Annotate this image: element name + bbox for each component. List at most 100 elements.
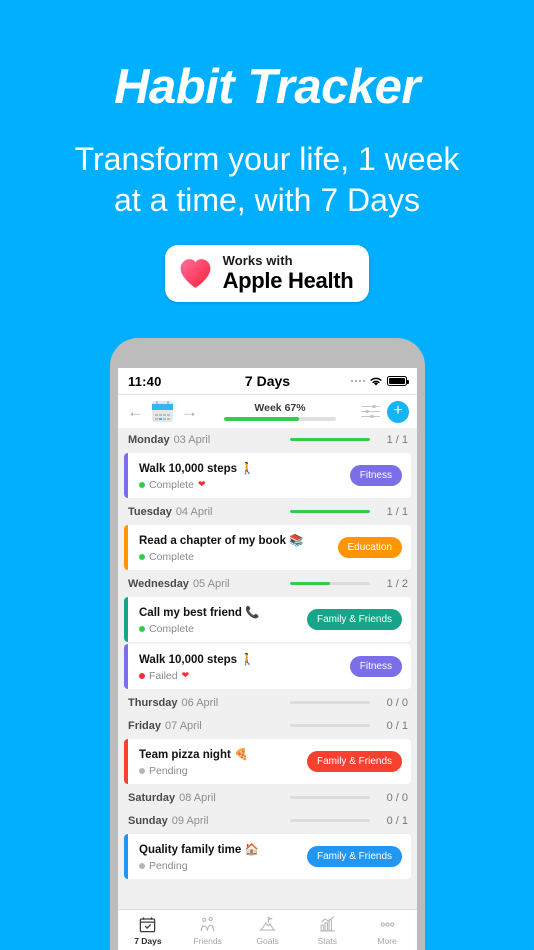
tab-label: Stats	[317, 935, 337, 946]
tab-friends[interactable]: Friends	[178, 915, 238, 946]
day-date: 07 April	[165, 719, 202, 732]
day-count: 0 / 1	[386, 814, 408, 827]
habit-title: Quality family time 🏠	[139, 843, 259, 856]
habit-title: Walk 10,000 steps 🚶	[139, 462, 255, 475]
add-habit-button[interactable]: +	[387, 400, 409, 423]
habit-status-label: Complete	[149, 550, 194, 563]
sliders-icon[interactable]	[361, 404, 380, 420]
habit-status-label: Failed	[149, 669, 178, 682]
habit-category-badge[interactable]: Education	[337, 537, 402, 558]
week-progress-bar	[224, 417, 336, 421]
status-dot	[139, 672, 145, 679]
tab-stats[interactable]: Stats	[297, 915, 357, 946]
calendar-check-icon	[138, 915, 157, 934]
day-date: 08 April	[179, 791, 216, 804]
tab-more[interactable]: More	[357, 915, 417, 946]
badge-product-label: Apple Health	[222, 268, 354, 294]
page-title: Habit Tracker	[114, 60, 420, 114]
day-date: 04 April	[175, 505, 213, 518]
tab-label: Goals	[256, 935, 279, 946]
day-header-row[interactable]: Monday 03 April 1 / 1	[118, 428, 417, 451]
day-name: Tuesday	[128, 505, 172, 518]
day-count: 1 / 1	[386, 433, 408, 446]
signal-dots-icon	[350, 379, 365, 383]
health-heart-icon: ❤	[197, 479, 206, 489]
habit-title: Team pizza night 🍕	[139, 748, 249, 761]
day-header-row[interactable]: Tuesday 04 April 1 / 1	[118, 500, 417, 523]
day-progress-bar	[290, 438, 370, 441]
day-name: Wednesday	[128, 577, 189, 590]
day-name: Saturday	[128, 791, 176, 804]
habit-card[interactable]: Team pizza night 🍕 Pending Family & Friend…	[124, 739, 411, 784]
status-bar-time: 11:40	[128, 373, 162, 389]
habit-title: Walk 10,000 steps 🚶	[139, 653, 255, 666]
tab-bar: 7 Days Friends Goals Stats More	[118, 909, 417, 950]
day-name: Friday	[128, 719, 162, 732]
day-progress-bar	[290, 819, 370, 822]
bar-chart-icon	[318, 915, 337, 934]
tab-label: More	[377, 935, 397, 946]
tab-goals[interactable]: Goals	[238, 915, 298, 946]
mountain-flag-icon	[258, 915, 277, 934]
apple-health-badge: Works with Apple Health	[164, 245, 370, 303]
day-count: 1 / 1	[386, 505, 408, 518]
heart-icon	[180, 258, 211, 288]
badge-works-with-label: Works with	[222, 253, 293, 269]
status-dot	[139, 862, 145, 869]
status-dot	[139, 553, 145, 560]
status-dot	[139, 625, 145, 632]
day-header-row[interactable]: Sunday 09 April 0 / 1	[118, 809, 417, 832]
tab-label: Friends	[193, 935, 222, 946]
promo-subtitle-line1: Transform your life, 1 week	[74, 141, 460, 178]
habit-status-label: Pending	[149, 859, 188, 872]
day-header-row[interactable]: Wednesday 05 April 1 / 2	[118, 572, 417, 595]
wifi-icon	[370, 377, 382, 386]
habit-category-badge[interactable]: Fitness	[349, 656, 402, 677]
battery-full-icon	[387, 376, 409, 386]
status-dot	[139, 767, 145, 774]
day-count: 1 / 2	[386, 577, 408, 590]
habit-category-badge[interactable]: Family & Friends	[306, 751, 402, 772]
tab-7-days[interactable]: 7 Days	[118, 915, 178, 946]
calendar-icon[interactable]	[152, 401, 173, 422]
habit-category-badge[interactable]: Family & Friends	[306, 846, 402, 867]
habit-category-badge[interactable]: Family & Friends	[306, 609, 402, 630]
day-name: Thursday	[128, 696, 178, 709]
day-count: 0 / 1	[386, 719, 408, 732]
habit-status-label: Complete	[149, 478, 194, 491]
day-progress-bar	[290, 724, 370, 727]
day-progress-bar	[290, 701, 370, 704]
habit-card[interactable]: Walk 10,000 steps 🚶 Complete ❤ Fitness	[124, 453, 411, 498]
habit-card[interactable]: Call my best friend 📞 Complete Family & Fr…	[124, 597, 411, 642]
arrow-right-icon[interactable]: →	[180, 403, 199, 420]
day-header-row[interactable]: Thursday 06 April 0 / 0	[118, 691, 417, 714]
apple-health-badge-wrap: Works with Apple Health	[0, 245, 534, 303]
week-progress-label: Week 67%	[254, 402, 306, 415]
day-count: 0 / 0	[386, 791, 408, 804]
day-name: Sunday	[128, 814, 168, 827]
friends-icon	[198, 915, 217, 934]
habit-card[interactable]: Read a chapter of my book 📚 Complete Educa…	[124, 525, 411, 570]
promo-subtitle-line2: at a time, with 7 Days	[114, 182, 420, 219]
day-header-row[interactable]: Friday 07 April 0 / 1	[118, 714, 417, 737]
day-header-row[interactable]: Saturday 08 April 0 / 0	[118, 786, 417, 809]
arrow-left-icon[interactable]: ←	[126, 403, 145, 420]
habit-card[interactable]: Quality family time 🏠 Pending Family & Fri…	[124, 834, 411, 879]
day-name: Monday	[128, 433, 170, 446]
status-bar: 11:40 7 Days	[118, 368, 417, 394]
day-list[interactable]: Monday 03 April 1 / 1 Walk 10,000 steps 🚶 Co…	[118, 428, 417, 909]
week-progress: Week 67%	[206, 402, 354, 421]
day-progress-bar	[290, 582, 370, 585]
habit-card[interactable]: Walk 10,000 steps 🚶 Failed ❤ Fitness	[124, 644, 411, 689]
habit-title: Call my best friend 📞	[139, 606, 260, 619]
app-screen: 11:40 7 Days ← → Week 67% + Monday 03 Ap…	[118, 368, 417, 950]
day-progress-bar	[290, 796, 370, 799]
habit-category-badge[interactable]: Fitness	[349, 465, 402, 486]
habit-status-label: Pending	[149, 764, 188, 777]
status-dot	[139, 481, 145, 488]
day-progress-bar	[290, 510, 370, 513]
habit-title: Read a chapter of my book 📚	[139, 534, 304, 547]
day-date: 05 April	[192, 577, 230, 590]
promo-header: Habit Tracker Transform your life, 1 wee…	[0, 0, 534, 221]
day-date: 06 April	[181, 696, 219, 709]
